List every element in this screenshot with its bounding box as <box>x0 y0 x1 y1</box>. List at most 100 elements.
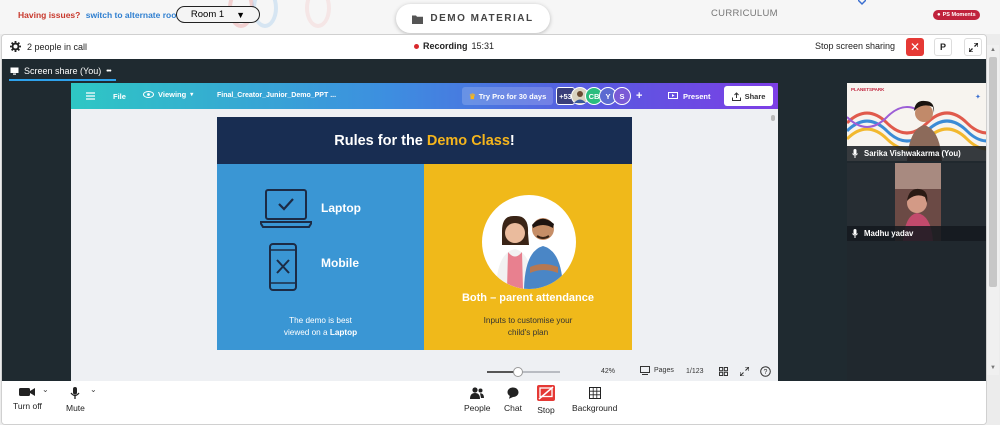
participant-name-bar: Madhu yadav <box>847 226 986 241</box>
collaborator-avatars[interactable]: +53 CB Y S + <box>556 87 642 105</box>
inputs-note: Inputs to customise your child's plan <box>464 315 592 339</box>
recording-dot-icon <box>414 43 419 49</box>
call-header: 2 people in call Recording 15:31 Stop sc… <box>2 35 986 59</box>
recording-time: 15:31 <box>471 41 495 51</box>
folder-icon <box>412 15 424 24</box>
recording-status: Recording 15:31 <box>414 41 494 51</box>
curriculum-tab[interactable]: CURRICULUM <box>711 8 778 19</box>
add-collaborator-icon[interactable]: + <box>636 90 642 102</box>
note-line-2-bold: Laptop <box>329 328 358 337</box>
people-label: People <box>464 403 491 413</box>
camera-options-chevron-icon[interactable]: ⌄ <box>42 385 49 394</box>
avatar-s: S <box>613 87 631 105</box>
mic-options-chevron-icon[interactable]: ⌄ <box>90 385 97 394</box>
try-pro-button[interactable]: ♛ Try Pro for 30 days <box>462 87 554 105</box>
recording-label: Recording <box>423 41 468 51</box>
chevron-down-icon: ▾ <box>190 92 194 98</box>
laptop-label: Laptop <box>321 201 361 215</box>
demo-material-button[interactable]: DEMO MATERIAL <box>396 4 550 33</box>
viewing-menu[interactable]: Viewing ▾ <box>143 90 193 99</box>
participant-name: Madhu yadav <box>864 229 914 238</box>
eye-icon <box>143 91 154 98</box>
issue-notice: Having issues? switch to alternate room <box>18 10 184 20</box>
parents-illustration <box>496 215 563 289</box>
ps-moments-badge[interactable]: ● PS Moments <box>933 10 980 20</box>
page-scrollbar[interactable]: ▲ ▼ <box>987 45 999 375</box>
slide-title: Rules for the Demo Class ! <box>217 117 632 164</box>
present-icon <box>668 91 678 99</box>
background-button[interactable]: Background <box>572 387 617 413</box>
people-count: 2 people in call <box>10 41 87 52</box>
canva-scrollbar[interactable] <box>771 115 775 121</box>
chat-label: Chat <box>504 403 522 413</box>
stop-sharing-button[interactable]: ✕ <box>906 38 924 56</box>
chevron-down-icon <box>858 0 866 6</box>
canva-viewer: File Viewing ▾ Final_Creator_Junior_Demo… <box>71 83 778 381</box>
present-button[interactable]: Present <box>662 87 717 105</box>
people-button[interactable]: People <box>464 387 490 413</box>
people-count-label: 2 people in call <box>27 41 88 52</box>
fullscreen-icon[interactable] <box>740 367 749 376</box>
slide: Rules for the Demo Class ! Laptop Mobile… <box>217 117 632 350</box>
canva-footer: 42% Pages 1/123 ? <box>71 363 778 381</box>
background-grid-icon <box>588 387 601 399</box>
laptop-icon <box>260 189 312 228</box>
stop-share-button[interactable]: Stop <box>537 385 555 415</box>
canva-share-button[interactable]: Share <box>724 86 773 106</box>
zoom-percentage: 42% <box>601 368 616 375</box>
participants-panel: PLANETSPARK ✦ Sarika Vishwakarma (You) M… <box>847 83 986 405</box>
mute-button[interactable]: Mute <box>66 387 85 413</box>
demo-material-label: DEMO MATERIAL <box>430 13 534 24</box>
try-pro-label: Try Pro for 30 days <box>478 91 547 101</box>
star-icon: ✦ <box>975 94 981 101</box>
slide-right-panel: Both – parent attendance Inputs to custo… <box>424 164 632 350</box>
turn-off-label: Turn off <box>13 401 42 411</box>
stop-screen-sharing-label: Stop screen sharing <box>815 41 896 51</box>
camera-toggle-button[interactable]: Turn off <box>13 387 42 411</box>
screen-share-label: Screen share (You) <box>24 66 102 76</box>
scroll-down-arrow-icon[interactable]: ▼ <box>990 365 996 371</box>
alternate-room-link[interactable]: switch to alternate room <box>86 10 184 20</box>
pages-label: Pages <box>654 367 674 374</box>
chat-button[interactable]: Chat <box>504 387 522 413</box>
camera-icon: ● <box>937 12 941 18</box>
microphone-icon <box>852 229 858 238</box>
zoom-slider[interactable] <box>487 367 560 377</box>
p-button[interactable]: P <box>934 38 952 56</box>
slide-title-suffix: ! <box>509 132 515 149</box>
slide-title-prefix: Rules for the <box>334 132 423 149</box>
hamburger-menu-icon[interactable] <box>86 92 95 100</box>
scrollbar-thumb[interactable] <box>989 57 997 287</box>
stop-share-icon <box>537 385 555 401</box>
background-label: Background <box>572 403 618 413</box>
screen-share-tab[interactable]: Screen share (You) ••• <box>10 66 112 76</box>
pages-button[interactable]: Pages <box>640 366 674 375</box>
more-options-icon[interactable]: ••• <box>106 68 111 75</box>
note-line-1: The demo is best <box>289 316 352 325</box>
expand-icon <box>968 42 978 52</box>
pages-icon <box>640 366 650 375</box>
room-select[interactable]: Room 1 ▼ <box>176 6 260 23</box>
people-icon <box>470 387 485 399</box>
fullscreen-button[interactable] <box>964 38 982 56</box>
ps-moments-label: PS Moments <box>942 12 976 18</box>
zoom-slider-handle[interactable] <box>512 367 523 377</box>
file-menu[interactable]: File <box>113 92 126 101</box>
scroll-up-arrow-icon[interactable]: ▲ <box>990 47 996 53</box>
close-icon: ✕ <box>909 40 921 54</box>
chat-icon <box>507 387 519 399</box>
viewing-label: Viewing <box>158 90 187 99</box>
grid-view-icon[interactable] <box>719 367 728 376</box>
help-icon[interactable]: ? <box>760 366 771 377</box>
gear-icon[interactable] <box>10 41 21 52</box>
top-bar: Having issues? switch to alternate room … <box>0 0 1000 34</box>
participant-tile-self[interactable]: PLANETSPARK ✦ Sarika Vishwakarma (You) <box>847 83 986 161</box>
document-title[interactable]: Final_Creator_Junior_Demo_PPT ... <box>217 92 336 99</box>
call-controls: Turn off ⌄ Mute ⌄ People Chat Stop Backg… <box>2 381 986 424</box>
upload-icon <box>731 91 741 101</box>
screen-share-icon <box>10 67 19 75</box>
room-select-value: Room 1 <box>190 9 225 20</box>
slide-left-panel: Laptop Mobile The demo is best viewed on… <box>217 164 424 350</box>
participant-tile-madhu[interactable]: Madhu yadav <box>847 163 986 241</box>
parents-photo <box>482 195 576 289</box>
